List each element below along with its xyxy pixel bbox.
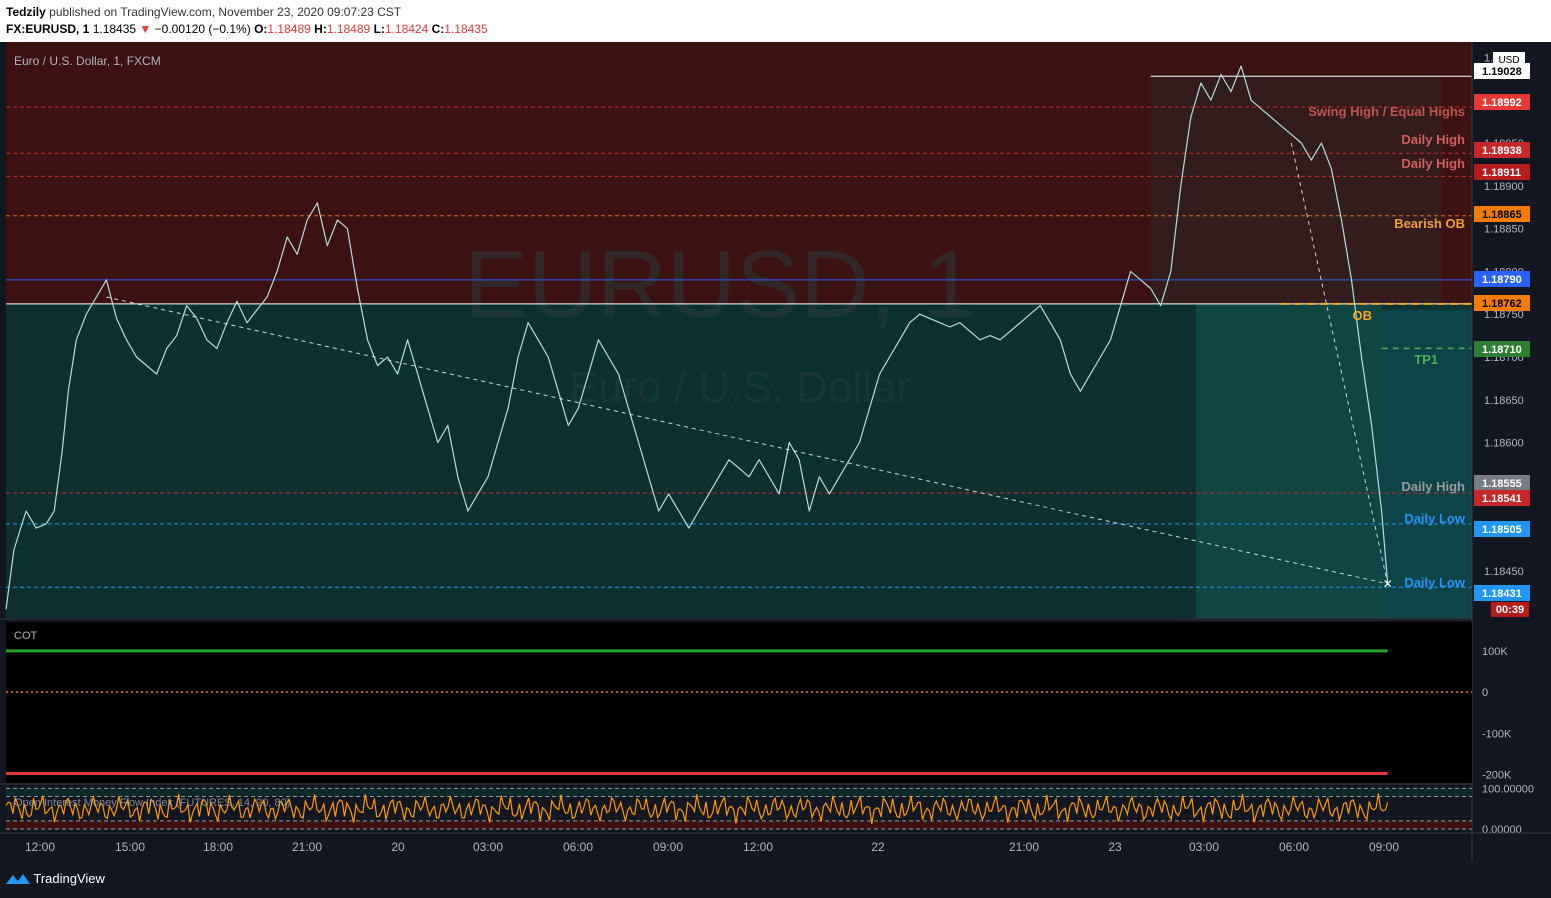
price-tick-label: 1.18650 bbox=[1484, 395, 1524, 407]
time-tick-label: 15:00 bbox=[115, 840, 145, 854]
cot-tick-label: -100K bbox=[1482, 728, 1512, 740]
mfi-tick-label: 0.00000 bbox=[1482, 824, 1522, 836]
footer: TradingView bbox=[0, 862, 1551, 898]
tradingview-logo[interactable]: TradingView bbox=[6, 871, 105, 886]
author-name[interactable]: Tedzily bbox=[6, 5, 46, 19]
time-tick-label: 06:00 bbox=[563, 840, 593, 854]
price-tick-label: 1.18850 bbox=[1484, 224, 1524, 236]
time-tick-label: 21:00 bbox=[1009, 840, 1039, 854]
time-tick-label: 03:00 bbox=[473, 840, 503, 854]
cot-tick-label: 100K bbox=[1482, 646, 1508, 658]
watermark-symbol: EURUSD, 1 bbox=[464, 231, 976, 338]
time-tick-label: 12:00 bbox=[25, 840, 55, 854]
cot-tick-label: 0 bbox=[1482, 687, 1488, 699]
time-tick-label: 18:00 bbox=[203, 840, 233, 854]
cot-tick-label: -200K bbox=[1482, 770, 1512, 782]
mfi-label: Open Interest Money Flow Index (FUTURES,… bbox=[14, 797, 290, 809]
watermark-name: Euro / U.S. Dollar bbox=[569, 363, 911, 412]
mfi-tick-label: 100.00000 bbox=[1482, 783, 1534, 795]
arrow-icon: ✕ bbox=[1383, 577, 1393, 591]
price-tick-label: 1.18600 bbox=[1484, 438, 1524, 450]
chart-legend: Euro / U.S. Dollar, 1, FXCM bbox=[14, 54, 161, 68]
time-tick-label: 09:00 bbox=[1369, 840, 1399, 854]
target-zone bbox=[1195, 303, 1382, 618]
time-tick-label: 06:00 bbox=[1279, 840, 1309, 854]
annotation-label: TP1 bbox=[1414, 352, 1438, 367]
price-label: 1.18555 bbox=[1482, 478, 1522, 490]
price-label: 1.18505 bbox=[1482, 524, 1522, 536]
price-tick-label: 1.18450 bbox=[1484, 566, 1524, 578]
high-value: 1.18489 bbox=[326, 22, 371, 36]
time-tick-label: 23 bbox=[1108, 840, 1122, 854]
annotation-label: OB bbox=[1353, 308, 1373, 323]
time-tick-label: 21:00 bbox=[292, 840, 322, 854]
low-value: 1.18424 bbox=[384, 22, 429, 36]
cot-label: COT bbox=[14, 630, 38, 642]
open-label: O: bbox=[254, 22, 268, 36]
time-tick-label: 20 bbox=[391, 840, 405, 854]
tradingview-icon bbox=[6, 874, 30, 884]
annotation-label: Daily Low bbox=[1404, 575, 1466, 590]
annotation-label: Daily Low bbox=[1404, 511, 1466, 526]
symbol-name: FX:EURUSD, 1 bbox=[6, 22, 90, 36]
symbol-info: FX:EURUSD, 1 1.18435 ▼ −0.00120 (−0.1%) … bbox=[6, 22, 488, 36]
price-label: 1.18790 bbox=[1482, 274, 1522, 286]
high-label: H: bbox=[314, 22, 327, 36]
close-value: 1.18435 bbox=[444, 22, 488, 36]
time-tick-label: 22 bbox=[871, 840, 885, 854]
annotation-label: Daily High bbox=[1401, 156, 1465, 171]
annotation-label: Daily High bbox=[1401, 479, 1465, 494]
price-label: 1.18541 bbox=[1482, 493, 1522, 505]
price-label: 1.18992 bbox=[1482, 97, 1522, 109]
countdown-label: 00:39 bbox=[1496, 604, 1524, 616]
open-value: 1.18489 bbox=[267, 22, 311, 36]
last-price: 1.18435 bbox=[92, 22, 137, 36]
annotation-label: Bearish OB bbox=[1394, 216, 1465, 231]
time-tick-label: 03:00 bbox=[1189, 840, 1219, 854]
publish-text: published on TradingView.com, November 2… bbox=[49, 5, 402, 19]
price-label: 1.18762 bbox=[1482, 298, 1522, 310]
annotation-label: Swing High / Equal Highs bbox=[1308, 104, 1465, 119]
annotation-label: Daily High bbox=[1401, 132, 1465, 147]
chart-area[interactable]: EURUSD, 1Euro / U.S. Dollar✕1.190501.190… bbox=[0, 42, 1551, 862]
price-change: −0.00120 (−0.1%) bbox=[154, 22, 251, 36]
close-label: C: bbox=[431, 22, 445, 36]
price-label: 1.18938 bbox=[1482, 145, 1522, 157]
mfi-oversold-band bbox=[6, 820, 1472, 829]
price-label: 1.18431 bbox=[1482, 588, 1522, 600]
down-arrow-icon: ▼ bbox=[139, 22, 152, 36]
price-label: 1.18865 bbox=[1482, 209, 1522, 221]
time-tick-label: 09:00 bbox=[653, 840, 683, 854]
price-tick-label: 1.18900 bbox=[1484, 181, 1524, 193]
brand-label: TradingView bbox=[33, 871, 105, 886]
price-label: 1.19028 bbox=[1482, 66, 1522, 78]
price-label: 1.18710 bbox=[1482, 344, 1522, 356]
cot-pane bbox=[6, 622, 1472, 783]
time-tick-label: 12:00 bbox=[743, 840, 773, 854]
publish-info: Tedzily published on TradingView.com, No… bbox=[6, 5, 401, 19]
price-label: 1.18911 bbox=[1482, 167, 1521, 179]
chart-header: Tedzily published on TradingView.com, No… bbox=[0, 0, 1551, 42]
mfi-overbought-band bbox=[6, 788, 1472, 797]
low-label: L: bbox=[373, 22, 385, 36]
